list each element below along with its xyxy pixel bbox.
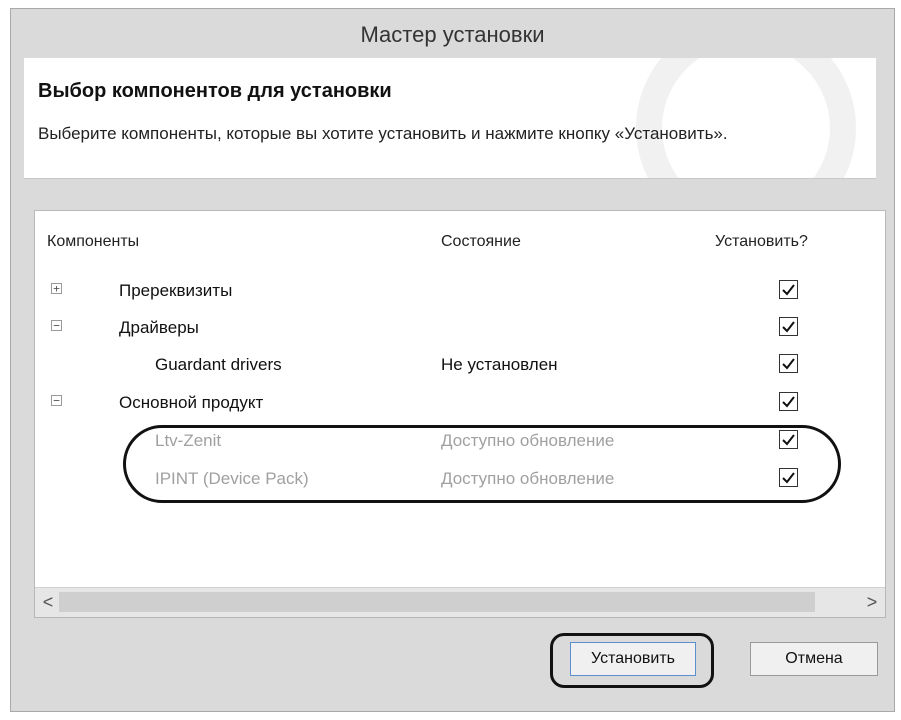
install-checkbox[interactable] xyxy=(779,354,798,373)
component-state: Доступно обновление xyxy=(441,469,615,488)
checkmark-icon xyxy=(782,434,795,446)
component-row-main-product[interactable]: − Основной продукт xyxy=(35,387,885,421)
window-title: Мастер установки xyxy=(360,22,545,47)
component-name: IPINT (Device Pack) xyxy=(155,469,309,488)
page-subtitle: Выберите компоненты, которые вы хотите у… xyxy=(38,124,728,143)
component-row-guardant[interactable]: Guardant drivers Не установлен xyxy=(35,349,885,383)
install-button[interactable]: Установить xyxy=(570,642,696,676)
column-state: Состояние xyxy=(441,233,521,250)
column-install: Установить? xyxy=(715,233,808,250)
page-title: Выбор компонентов для установки xyxy=(38,80,392,102)
install-checkbox[interactable] xyxy=(779,430,798,449)
checkmark-icon xyxy=(782,321,795,333)
component-state: Доступно обновление xyxy=(441,431,615,450)
component-row-drivers[interactable]: − Драйверы xyxy=(35,312,885,346)
checkmark-icon xyxy=(782,472,795,484)
component-state: Не установлен xyxy=(441,355,558,374)
checkmark-icon xyxy=(782,358,795,370)
component-name: Пререквизиты xyxy=(119,281,233,300)
collapse-icon[interactable]: − xyxy=(51,320,62,331)
component-name: Ltv-Zenit xyxy=(155,431,222,450)
scroll-left-icon[interactable]: < xyxy=(39,592,57,612)
install-checkbox[interactable] xyxy=(779,392,798,411)
component-row-ipint[interactable]: IPINT (Device Pack) Доступно обновление xyxy=(35,463,885,497)
header-separator xyxy=(24,178,876,179)
scrollbar-thumb[interactable] xyxy=(59,592,815,612)
component-row-prerequisites[interactable]: + Пререквизиты xyxy=(35,275,885,309)
header-decoration xyxy=(636,58,856,178)
component-name: Драйверы xyxy=(119,318,199,337)
component-name: Guardant drivers xyxy=(155,355,282,374)
scroll-right-icon[interactable]: > xyxy=(863,592,881,612)
header-panel: Выбор компонентов для установки Выберите… xyxy=(24,58,876,178)
checkmark-icon xyxy=(782,396,795,408)
column-components: Компоненты xyxy=(47,233,140,250)
components-list: Компоненты Состояние Установить? + Прере… xyxy=(34,210,886,618)
install-checkbox[interactable] xyxy=(779,317,798,336)
checkmark-icon xyxy=(782,284,795,296)
horizontal-scrollbar[interactable]: < > xyxy=(35,587,885,617)
expand-icon[interactable]: + xyxy=(51,283,62,294)
collapse-icon[interactable]: − xyxy=(51,395,62,406)
install-checkbox[interactable] xyxy=(779,280,798,299)
cancel-button[interactable]: Отмена xyxy=(750,642,878,676)
component-row-ltv-zenit[interactable]: Ltv-Zenit Доступно обновление xyxy=(35,425,885,459)
install-checkbox[interactable] xyxy=(779,468,798,487)
component-name: Основной продукт xyxy=(119,393,264,412)
